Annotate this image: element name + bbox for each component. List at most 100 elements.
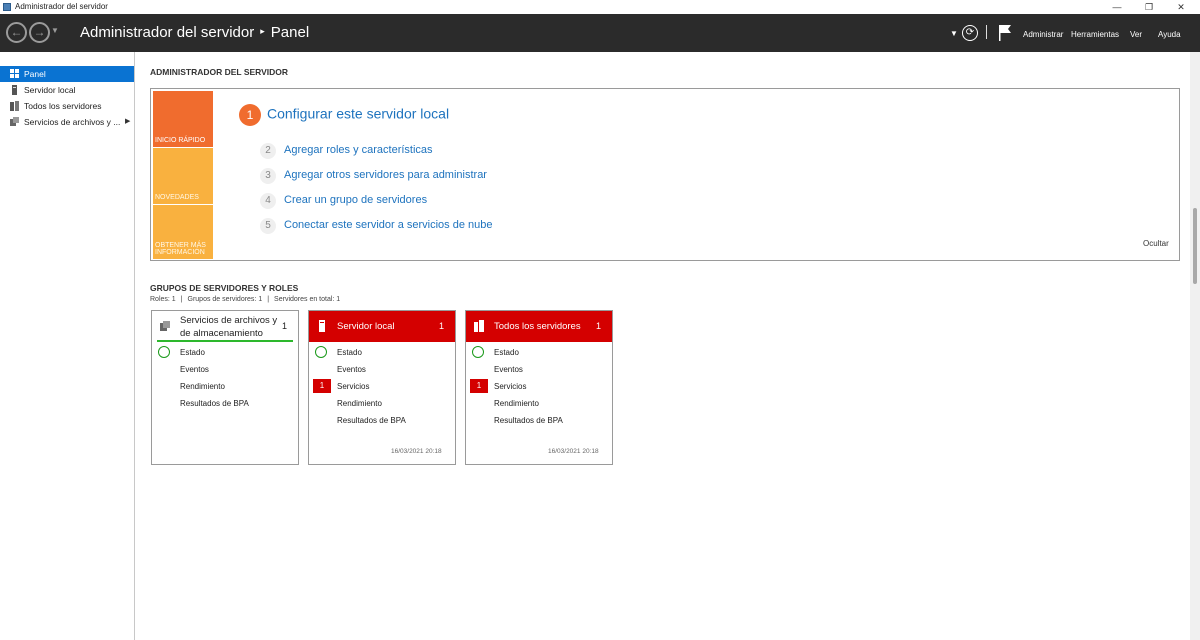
card-header[interactable]: Servidor local 1	[309, 311, 455, 342]
step-configure-local-server[interactable]: 1 Configurar este servidor local	[239, 104, 449, 126]
step-link[interactable]: Crear un grupo de servidores	[284, 194, 427, 206]
step-number-badge: 2	[260, 143, 276, 159]
main-content: ADMINISTRADOR DEL SERVIDOR INICIO RÁPIDO…	[136, 52, 1188, 640]
close-button[interactable]: ✕	[1166, 0, 1196, 14]
vertical-scrollbar[interactable]	[1190, 52, 1200, 640]
step-link[interactable]: Conectar este servidor a servicios de nu…	[284, 219, 493, 231]
header-bar: ← → ▼ Administrador del servidor ▸ Panel ▼…	[0, 14, 1200, 52]
refresh-dropdown-icon[interactable]: ▼	[950, 29, 958, 38]
card-timestamp: 16/03/2021 20:18	[391, 448, 442, 455]
card-row-bpa[interactable]: Resultados de BPA	[337, 416, 406, 425]
card-title: Servidor local	[337, 321, 395, 332]
services-alert-badge: 1	[470, 379, 488, 393]
app-icon	[3, 3, 11, 11]
sidebar-item-file-services[interactable]: Servicios de archivos y ... ▶	[0, 114, 134, 130]
card-row-services[interactable]: Servicios	[494, 382, 526, 391]
menu-ayuda[interactable]: Ayuda	[1158, 30, 1181, 39]
hide-link[interactable]: Ocultar	[1143, 239, 1169, 248]
card-header[interactable]: Servicios de archivos y de almacenamient…	[152, 311, 298, 342]
header-divider	[986, 25, 987, 39]
card-header[interactable]: Todos los servidores 1	[466, 311, 612, 342]
sidebar-item-label: Todos los servidores	[24, 101, 102, 111]
sidebar-item-label: Servicios de archivos y ...	[24, 117, 121, 127]
refresh-icon[interactable]: ⟳	[962, 25, 978, 41]
minimize-button[interactable]: —	[1102, 0, 1132, 14]
tile-learn-more[interactable]: OBTENER MÁS INFORMACIÓN	[153, 205, 213, 259]
file-services-icon	[10, 117, 19, 126]
menu-herramientas[interactable]: Herramientas	[1071, 30, 1119, 39]
step-link[interactable]: Configurar este servidor local	[267, 106, 449, 122]
server-icon	[12, 85, 17, 95]
card-row-performance[interactable]: Rendimiento	[494, 399, 539, 408]
services-alert-badge: 1	[313, 379, 331, 393]
breadcrumb: Administrador del servidor ▸ Panel	[80, 24, 309, 41]
breadcrumb-page: Panel	[270, 24, 310, 41]
scrollbar-thumb[interactable]	[1193, 208, 1197, 284]
card-row-events[interactable]: Eventos	[180, 365, 209, 374]
card-local-server[interactable]: Servidor local 1 Estado Eventos 1 Servic…	[308, 310, 456, 465]
menu-ver[interactable]: Ver	[1130, 30, 1142, 39]
card-row-events[interactable]: Eventos	[337, 365, 366, 374]
total-servers-count: Servidores en total: 1	[274, 296, 341, 303]
status-ok-icon	[315, 346, 327, 358]
sidebar-item-label: Panel	[24, 69, 46, 79]
welcome-panel: INICIO RÁPIDO NOVEDADES OBTENER MÁS INFO…	[150, 88, 1180, 261]
step-connect-cloud[interactable]: 5 Conectar este servidor a servicios de n…	[260, 218, 493, 234]
tile-whats-new[interactable]: NOVEDADES	[153, 148, 213, 204]
sidebar-item-all-servers[interactable]: Todos los servidores	[0, 98, 134, 114]
card-all-servers[interactable]: Todos los servidores 1 Estado Eventos 1 …	[465, 310, 613, 465]
card-row-services[interactable]: Servicios	[337, 382, 369, 391]
status-ok-icon	[158, 346, 170, 358]
step-add-servers[interactable]: 3 Agregar otros servidores para administr…	[260, 168, 487, 184]
notifications-flag-icon[interactable]	[998, 24, 1012, 42]
status-ok-bar	[157, 340, 293, 342]
groups-summary: Roles: 1 | Grupos de servidores: 1 | Servido…	[150, 296, 341, 303]
expand-arrow-icon[interactable]: ▶	[125, 117, 130, 125]
dashboard-icon	[10, 69, 19, 78]
step-link[interactable]: Agregar roles y características	[284, 144, 433, 156]
groups-title: GRUPOS DE SERVIDORES Y ROLES	[150, 283, 299, 293]
status-ok-icon	[472, 346, 484, 358]
server-groups-count: Grupos de servidores: 1	[187, 296, 263, 303]
card-row-bpa[interactable]: Resultados de BPA	[180, 399, 249, 408]
server-manager-window: Administrador del servidor — ❐ ✕ ← → ▼ A…	[0, 0, 1200, 640]
step-number-badge: 1	[239, 104, 261, 126]
card-row-events[interactable]: Eventos	[494, 365, 523, 374]
breadcrumb-separator-icon: ▸	[260, 26, 265, 36]
menu-administrar[interactable]: Administrar	[1023, 30, 1063, 39]
back-arrow-icon[interactable]: ←	[6, 22, 27, 43]
roles-count: Roles: 1	[150, 296, 176, 303]
card-count: 1	[439, 321, 445, 331]
step-number-badge: 3	[260, 168, 276, 184]
card-file-services[interactable]: Servicios de archivos y de almacenamient…	[151, 310, 299, 465]
card-count: 1	[596, 321, 602, 331]
step-create-group[interactable]: 4 Crear un grupo de servidores	[260, 193, 427, 209]
title-bar: Administrador del servidor — ❐ ✕	[0, 0, 1200, 14]
step-link[interactable]: Agregar otros servidores para administra…	[284, 169, 487, 181]
card-row-status[interactable]: Estado	[494, 348, 519, 357]
card-row-performance[interactable]: Rendimiento	[180, 382, 225, 391]
card-row-performance[interactable]: Rendimiento	[337, 399, 382, 408]
card-row-bpa[interactable]: Resultados de BPA	[494, 416, 563, 425]
card-row-status[interactable]: Estado	[180, 348, 205, 357]
card-title: Todos los servidores	[494, 321, 581, 332]
sidebar: Panel Servidor local Todos los servidore…	[0, 52, 135, 640]
forward-arrow-icon[interactable]: →	[29, 22, 50, 43]
card-row-status[interactable]: Estado	[337, 348, 362, 357]
tile-quick-start[interactable]: INICIO RÁPIDO	[153, 91, 213, 147]
sidebar-item-panel[interactable]: Panel	[0, 66, 134, 82]
card-timestamp: 16/03/2021 20:18	[548, 448, 599, 455]
maximize-button[interactable]: ❐	[1134, 0, 1164, 14]
sidebar-item-label: Servidor local	[24, 85, 76, 95]
servers-icon	[474, 320, 484, 332]
section-title: ADMINISTRADOR DEL SERVIDOR	[150, 67, 289, 77]
server-icon	[319, 320, 325, 332]
window-title: Administrador del servidor	[15, 2, 108, 11]
card-title: Servicios de archivos y de almacenamient…	[180, 315, 278, 339]
history-dropdown-icon[interactable]: ▼	[51, 26, 59, 35]
sidebar-item-local-server[interactable]: Servidor local	[0, 82, 134, 98]
servers-icon	[10, 101, 19, 111]
step-add-roles[interactable]: 2 Agregar roles y características	[260, 143, 433, 159]
step-number-badge: 5	[260, 218, 276, 234]
breadcrumb-root[interactable]: Administrador del servidor	[80, 24, 254, 41]
